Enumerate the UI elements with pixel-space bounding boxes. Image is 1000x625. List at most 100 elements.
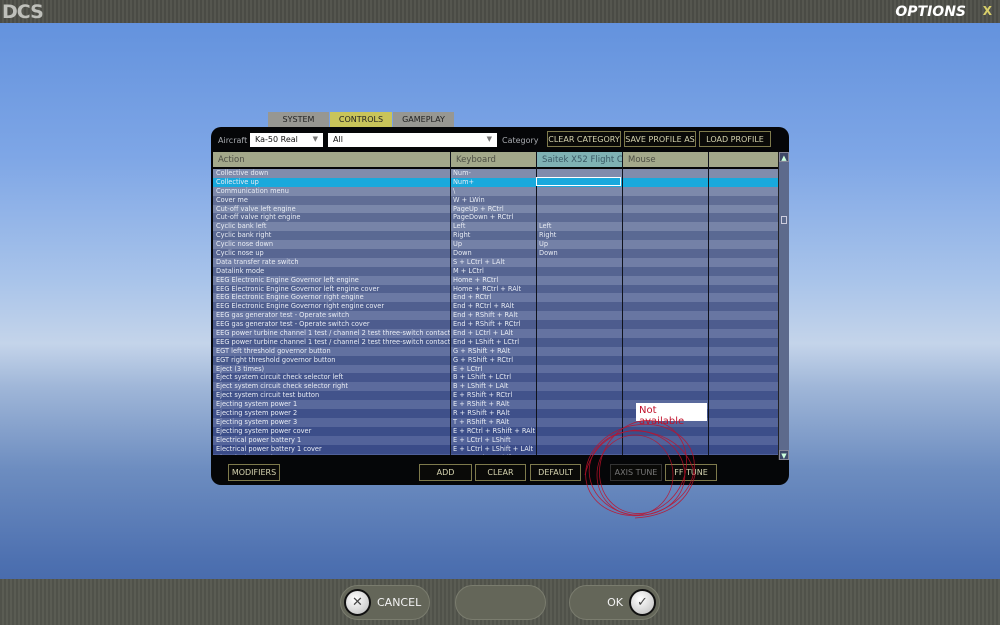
cell-keyboard[interactable]: End + LShift + LCtrl <box>450 338 536 347</box>
scroll-down-icon[interactable]: ▼ <box>779 450 789 460</box>
cell-joystick[interactable] <box>536 311 622 320</box>
cell-keyboard[interactable]: S + LCtrl + LAlt <box>450 258 536 267</box>
table-row[interactable]: Cyclic bank left Left Left <box>213 222 778 232</box>
cell-joystick[interactable] <box>536 187 622 196</box>
cell-mouse[interactable] <box>622 285 708 294</box>
table-row[interactable]: EEG gas generator test - Operate switch … <box>213 320 778 330</box>
close-button[interactable]: X <box>983 4 992 18</box>
cell-mouse[interactable] <box>622 178 708 187</box>
cell-keyboard[interactable]: PageDown + RCtrl <box>450 213 536 222</box>
table-row[interactable]: EEG Electronic Engine Governor right eng… <box>213 293 778 303</box>
cell-joystick[interactable] <box>536 213 622 222</box>
tab-system[interactable]: SYSTEM <box>268 112 329 127</box>
cell-keyboard[interactable]: R + RShift + RAlt <box>450 409 536 418</box>
cell-keyboard[interactable]: W + LCtrl + LShift <box>450 454 536 456</box>
cell-keyboard[interactable]: G + RShift + RCtrl <box>450 356 536 365</box>
cell-joystick[interactable]: Right <box>536 231 622 240</box>
cell-joystick[interactable] <box>536 347 622 356</box>
cell-mouse[interactable] <box>622 293 708 302</box>
cell-keyboard[interactable]: End + LCtrl + LAlt <box>450 329 536 338</box>
cell-joystick[interactable] <box>536 276 622 285</box>
cell-mouse[interactable] <box>622 240 708 249</box>
cell-keyboard[interactable]: Up <box>450 240 536 249</box>
cell-mouse[interactable] <box>622 196 708 205</box>
cell-joystick[interactable] <box>536 267 622 276</box>
cell-mouse[interactable] <box>622 213 708 222</box>
ok-button[interactable]: OK ✓ <box>569 585 660 620</box>
cell-keyboard[interactable]: Home + RCtrl <box>450 276 536 285</box>
category-select[interactable]: All ▼ <box>328 133 497 147</box>
table-row[interactable]: Cut-off valve left engine PageUp + RCtrl <box>213 204 778 214</box>
cell-mouse[interactable] <box>622 356 708 365</box>
cell-keyboard[interactable]: E + RShift + RAlt <box>450 400 536 409</box>
cell-keyboard[interactable]: E + LCtrl + LShift <box>450 436 536 445</box>
cell-joystick[interactable] <box>536 285 622 294</box>
cell-keyboard[interactable]: G + RShift + RAlt <box>450 347 536 356</box>
cell-mouse[interactable] <box>622 311 708 320</box>
cell-keyboard[interactable]: E + LCtrl <box>450 365 536 374</box>
tab-controls[interactable]: CONTROLS <box>330 112 392 127</box>
save-profile-as-button[interactable]: SAVE PROFILE AS <box>624 131 696 147</box>
load-profile-button[interactable]: LOAD PROFILE <box>699 131 771 147</box>
cell-joystick[interactable] <box>536 205 622 214</box>
cell-joystick[interactable]: Down <box>536 249 622 258</box>
cell-mouse[interactable] <box>622 276 708 285</box>
cell-joystick[interactable] <box>536 365 622 374</box>
clear-button[interactable]: CLEAR <box>475 464 526 481</box>
table-row[interactable]: EEG power turbine channel 1 test / chann… <box>213 337 778 347</box>
scroll-up-icon[interactable]: ▲ <box>779 152 789 162</box>
cell-mouse[interactable] <box>622 382 708 391</box>
cell-keyboard[interactable]: E + LCtrl + LShift + LAlt <box>450 445 536 454</box>
cell-keyboard[interactable]: T + RShift + RAlt <box>450 418 536 427</box>
table-row[interactable]: EEG gas generator test - Operate switch E… <box>213 311 778 321</box>
cell-keyboard[interactable]: E + RShift + RCtrl <box>450 391 536 400</box>
cell-joystick[interactable]: Up <box>536 240 622 249</box>
cell-mouse[interactable] <box>622 258 708 267</box>
cell-mouse[interactable] <box>622 302 708 311</box>
table-row[interactable]: EEG Electronic Engine Governor left engi… <box>213 284 778 294</box>
cell-mouse[interactable] <box>622 222 708 231</box>
cell-mouse[interactable] <box>622 231 708 240</box>
cell-mouse[interactable] <box>622 205 708 214</box>
cell-joystick[interactable] <box>536 391 622 400</box>
cell-keyboard[interactable]: Num+ <box>450 178 536 187</box>
cell-joystick[interactable] <box>536 196 622 205</box>
table-row[interactable]: Data transfer rate switch S + LCtrl + LAl… <box>213 257 778 267</box>
add-button[interactable]: ADD <box>419 464 472 481</box>
table-row[interactable]: Eject system circuit check selector righ… <box>213 382 778 392</box>
scroll-thumb[interactable] <box>781 216 787 224</box>
cell-keyboard[interactable]: Home + RCtrl + RAlt <box>450 285 536 294</box>
table-row[interactable]: Cyclic nose up Down Down <box>213 249 778 258</box>
cell-keyboard[interactable]: Num- <box>450 169 536 178</box>
modifiers-button[interactable]: MODIFIERS <box>228 464 280 481</box>
cell-joystick[interactable] <box>536 400 622 409</box>
table-row[interactable]: EGT left threshold governor button G + RS… <box>213 346 778 356</box>
cell-keyboard[interactable]: End + RCtrl + RAlt <box>450 302 536 311</box>
cell-mouse[interactable] <box>622 187 708 196</box>
cell-mouse[interactable] <box>622 169 708 178</box>
cell-joystick[interactable] <box>536 320 622 329</box>
table-row[interactable]: Eject system circuit check selector left… <box>213 373 778 383</box>
cell-keyboard[interactable]: B + LShift + LAlt <box>450 382 536 391</box>
cell-joystick[interactable] <box>536 302 622 311</box>
cell-keyboard[interactable]: End + RShift + RAlt <box>450 311 536 320</box>
default-button[interactable]: DEFAULT <box>530 464 581 481</box>
column-header-action[interactable]: Action <box>213 152 450 167</box>
cell-mouse[interactable] <box>622 320 708 329</box>
cell-keyboard[interactable]: M + LCtrl <box>450 267 536 276</box>
table-row[interactable]: EEG power turbine channel 1 test / chann… <box>213 329 778 338</box>
cell-mouse[interactable] <box>622 338 708 347</box>
cell-keyboard[interactable]: E + RCtrl + RShift + RAlt <box>450 427 536 436</box>
cell-joystick[interactable] <box>536 258 622 267</box>
cell-mouse[interactable] <box>622 329 708 338</box>
cell-keyboard[interactable]: B + LShift + LCtrl <box>450 373 536 382</box>
table-row[interactable]: Cyclic nose down Up Up <box>213 240 778 250</box>
table-row[interactable]: Collective up Num+ <box>213 177 778 187</box>
scrollbar[interactable]: ▲ ▼ <box>778 152 789 460</box>
aircraft-select[interactable]: Ka-50 Real ▼ <box>250 133 323 147</box>
cell-keyboard[interactable]: PageUp + RCtrl <box>450 205 536 214</box>
cell-mouse[interactable] <box>622 267 708 276</box>
table-row[interactable]: Datalink mode M + LCtrl <box>213 266 778 276</box>
cell-mouse[interactable] <box>622 249 708 258</box>
table-row[interactable]: Cyclic bank right Right Right <box>213 231 778 241</box>
